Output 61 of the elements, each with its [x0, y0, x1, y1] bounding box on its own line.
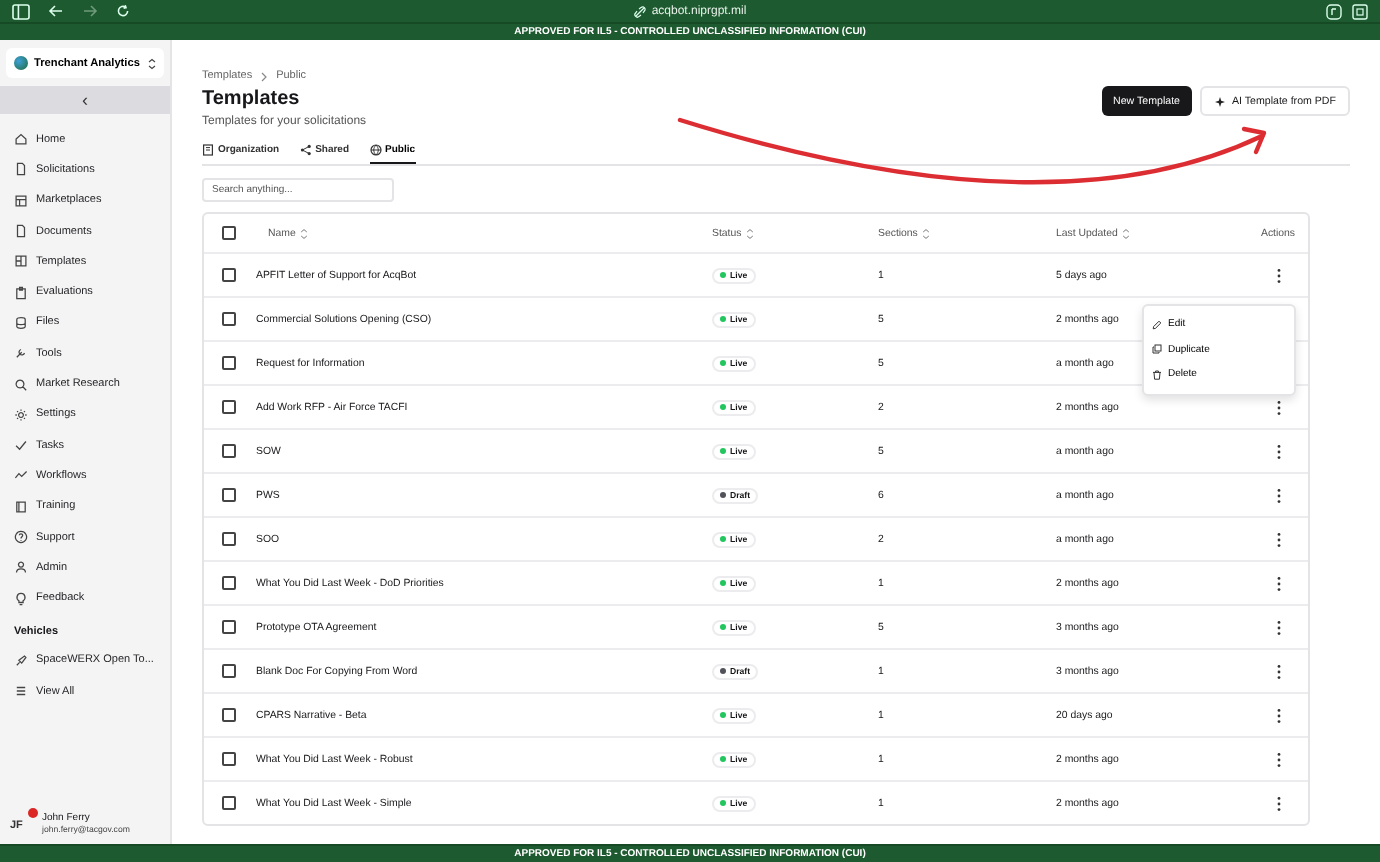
row-checkbox[interactable] [221, 488, 235, 502]
row-checkbox[interactable] [221, 620, 235, 634]
rocket-icon [14, 653, 28, 668]
row-checkbox[interactable] [221, 268, 235, 282]
settings-icon [14, 407, 28, 422]
more-options-icon[interactable] [1275, 619, 1281, 635]
pencil-icon [1152, 319, 1162, 330]
page-title: Templates [202, 88, 302, 110]
link-icon [633, 5, 646, 17]
document-icon [14, 162, 28, 177]
more-options-icon[interactable] [1275, 707, 1281, 723]
tabs-icon[interactable] [1351, 3, 1368, 19]
extension-icon[interactable] [1325, 3, 1342, 19]
row-checkbox[interactable] [221, 796, 235, 810]
row-checkbox[interactable] [221, 576, 235, 590]
row-checkbox[interactable] [221, 400, 235, 414]
more-options-icon[interactable] [1275, 399, 1281, 415]
trash-icon [1152, 369, 1162, 380]
select-all-checkbox[interactable] [221, 226, 235, 240]
chevron-right-icon [260, 71, 269, 81]
copy-icon [1152, 344, 1162, 355]
building-icon [202, 144, 214, 156]
row-checkbox[interactable] [221, 356, 235, 370]
search-icon [14, 377, 28, 392]
trend-line-icon [14, 468, 28, 483]
row-checkbox[interactable] [221, 664, 235, 678]
row-checkbox[interactable] [221, 752, 235, 766]
list-icon [14, 684, 28, 699]
sidebar-toggle-icon[interactable] [12, 3, 30, 19]
globe-icon [369, 144, 382, 156]
user-icon [14, 560, 28, 575]
row-checkbox[interactable] [221, 444, 235, 458]
document-icon [14, 224, 28, 239]
house-icon [14, 132, 28, 147]
more-options-icon[interactable] [1275, 795, 1281, 811]
book-icon [14, 499, 28, 514]
layout-icon [14, 254, 28, 269]
clipboard-icon [14, 285, 28, 300]
more-options-icon[interactable] [1275, 663, 1281, 679]
more-options-icon[interactable] [1275, 531, 1281, 547]
grid-icon [14, 193, 28, 208]
row-checkbox[interactable] [221, 708, 235, 722]
lightbulb-icon [14, 591, 28, 606]
more-options-icon[interactable] [1275, 267, 1281, 283]
check-icon [14, 438, 28, 453]
row-checkbox[interactable] [221, 532, 235, 546]
reload-icon[interactable] [116, 4, 130, 18]
wrench-icon [14, 346, 28, 361]
more-options-icon[interactable] [1275, 751, 1281, 767]
row-checkbox[interactable] [221, 312, 235, 326]
globe-icon [14, 56, 28, 70]
share-icon [299, 144, 312, 156]
sparkle-icon [1213, 95, 1226, 107]
database-icon [14, 315, 28, 330]
more-options-icon[interactable] [1275, 575, 1281, 591]
more-options-icon[interactable] [1275, 487, 1281, 503]
back-icon[interactable] [48, 4, 64, 18]
collapse-sidebar-button[interactable]: ‹ [0, 86, 170, 114]
help-icon [14, 530, 28, 544]
more-options-icon[interactable] [1275, 443, 1281, 459]
chevron-up-down-icon [148, 57, 156, 69]
